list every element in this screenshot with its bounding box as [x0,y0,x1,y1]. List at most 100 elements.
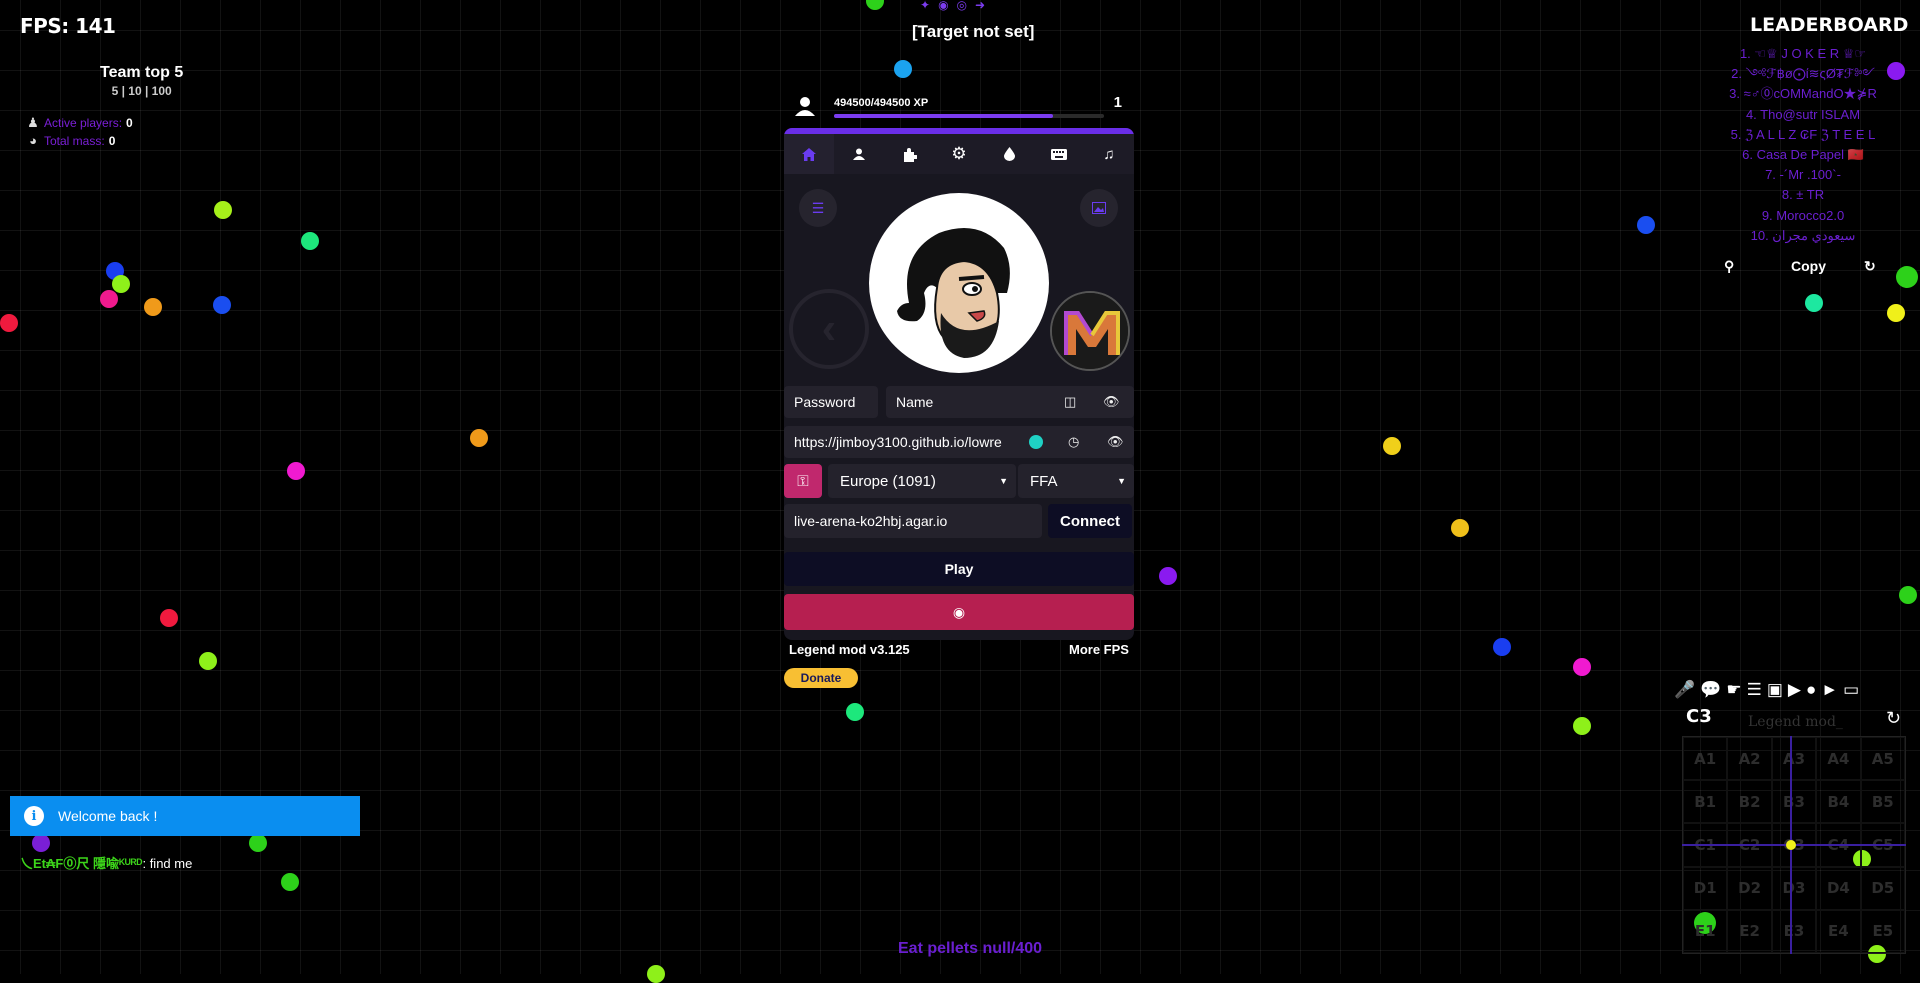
dropdown-arrow-icon: ▼ [1117,476,1126,486]
leaderboard-entry: 1. ☜♕ J O K E R ♕☞ [1739,46,1867,61]
leaderboard-entry: 10. سيعودي مجران [1750,227,1856,243]
tab-extensions[interactable] [884,134,934,174]
team-top-options[interactable]: 5 | 10 | 100 [100,84,183,98]
puzzle-icon [903,147,917,162]
region-value: Europe (1091) [840,472,936,490]
pellet [287,462,305,480]
target-status: [Target not set] [912,22,1035,41]
total-mass: ◕ Total mass: 0 [26,133,115,148]
connect-button[interactable]: Connect [1048,504,1132,538]
image-button[interactable] [1080,189,1118,227]
copy-button[interactable]: Copy [1791,258,1826,274]
team-top: Team top 5 5 | 10 | 100 [100,64,183,98]
team-top-title: Team top 5 [100,64,184,81]
server-input[interactable]: live-arena-ko2hbj.agar.io [784,504,1042,538]
tab-theme[interactable] [984,134,1034,174]
total-mass-label: Total mass: [44,133,105,148]
previous-skin-button[interactable]: ‹ [789,289,869,369]
microphone-icon[interactable]: 🎤 [1674,680,1695,700]
mode-value: FFA [1030,472,1058,490]
keyboard-icon [1051,148,1067,160]
tab-hotkeys[interactable] [1034,134,1084,174]
color-dot[interactable] [1029,435,1043,449]
refresh-icon[interactable]: ↻ [1886,708,1901,729]
mode-select[interactable]: FFA ▼ [1018,464,1134,498]
tab-settings[interactable]: ⚙ [934,134,984,174]
more-fps-link[interactable]: More FPS [1069,642,1129,657]
leaderboard-entry: 3. ≈♂⓪cOMMandO★⋡R [1729,86,1877,102]
donate-button[interactable]: Donate [784,668,858,688]
region-select[interactable]: Europe (1091) ▼ [828,464,1016,498]
history-icon[interactable]: ◷ [1068,434,1079,450]
skin-url-input[interactable]: https://jimboy3100.github.io/lowre ◷ 👁 [784,426,1134,458]
refresh-icon[interactable]: ↻ [1864,258,1876,275]
eye-icon[interactable]: 👁 [1103,394,1120,410]
sitemap-icon[interactable]: ☰ [1747,680,1762,700]
youtube-icon[interactable]: ▶ [1788,680,1801,700]
pacman-icon: ◕ [29,133,37,148]
pellet [160,609,178,627]
players-icon: ♟ [27,115,39,130]
name-input[interactable]: Name ◫ 👁 [886,386,1134,418]
cursor-icon[interactable]: ☛ [1726,680,1741,700]
tab-home[interactable] [784,134,834,174]
spectate-button[interactable]: ◉ [784,594,1134,630]
pellet [100,290,118,308]
pin-icon[interactable]: ◉ [938,0,948,12]
dropdown-arrow-icon: ▼ [999,476,1008,486]
chat-bubble-icon[interactable]: 💬 [1700,680,1721,700]
minimap-cell: B5 [1860,780,1905,824]
minimap-cell: A2 [1727,737,1772,781]
crosshair-icon[interactable]: ✦ [920,0,930,12]
profile-avatar[interactable] [869,193,1049,373]
pellet [1451,519,1469,537]
play-circle-icon[interactable]: ► [1821,680,1838,700]
main-menu-panel: ⚙ ♫ ☰ ‹ Password Name ◫ 👁 https://jimboy… [784,128,1134,640]
pellet [894,60,912,78]
pellet [0,314,18,332]
play-button[interactable]: Play [784,552,1134,586]
minimap-cell: A1 [1683,737,1728,781]
xp-text: 494500/494500 XP [834,97,929,109]
binoculars-icon[interactable]: ● [1806,680,1816,700]
pellet [1573,658,1591,676]
minimap-cell: E1 [1683,909,1728,953]
total-mass-value: 0 [108,133,116,148]
name-placeholder: Name [896,394,934,410]
xp-bar-fill [834,114,1053,118]
minimap-cell: E5 [1860,909,1905,953]
tab-profile[interactable] [834,134,884,174]
minimap-cell: B2 [1727,780,1772,824]
minimap-mod-label: Legend mod_ [1748,714,1843,730]
panel-tabs: ⚙ ♫ [784,134,1134,174]
minimap-cell: E3 [1771,909,1817,953]
translate-icon[interactable]: ◫ [1064,394,1076,410]
eye-icon[interactable]: 👁 [1107,434,1124,450]
pellet [249,834,267,852]
skin-preview[interactable] [1050,291,1130,371]
gear-icon: ⚙ [951,144,967,163]
minimap-cell: A4 [1816,737,1861,781]
image-icon[interactable]: ▣ [1767,680,1783,700]
pellet [846,703,864,721]
chevron-left-icon: ‹ [821,304,837,353]
arrow-icon[interactable]: ➜ [975,0,985,12]
active-players: ♟ Active players: 0 [26,115,133,131]
minimap-cell: D3 [1771,866,1817,910]
party-key-button[interactable]: ⚿ [784,464,822,498]
leaderboard-entry: 2. ༺ℱ฿ø⨀ί≋ςØ₮ℱ༻ [1731,66,1875,82]
search-icon[interactable]: ⚲ [1724,258,1734,275]
target-icon[interactable]: ◎ [957,0,967,12]
drop-icon [1003,147,1015,161]
fps-counter: FPS: 141 [20,14,116,38]
pellet [1896,266,1918,288]
music-icon: ♫ [1103,145,1115,163]
tab-music[interactable]: ♫ [1084,134,1134,174]
version-label: Legend mod v3.125 [789,642,910,657]
monitor-icon[interactable]: ▭ [1843,680,1859,700]
chat-nick[interactable]: 乀Et₳F⓪尺 隱喩ᴷᵁᴿᴰ [20,856,142,871]
chat-text: : find me [142,856,193,871]
pellet [1493,638,1511,656]
password-input[interactable]: Password [784,386,878,418]
menu-button[interactable]: ☰ [799,189,837,227]
